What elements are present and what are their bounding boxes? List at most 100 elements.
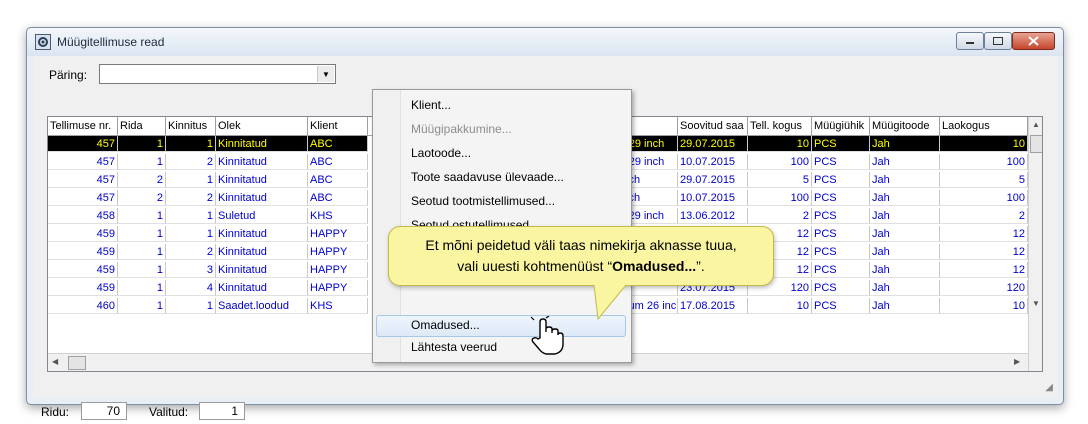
scroll-up-icon[interactable]: ▲ [1032, 120, 1040, 129]
cell-desired-date: 17.08.2015 [678, 298, 748, 314]
cell-desired-date: 29.07.2015 [678, 136, 748, 152]
cell-client: HAPPY [308, 262, 368, 278]
cell-order-no: 457 [48, 136, 118, 152]
hand-cursor-icon [530, 316, 564, 355]
cell-client: HAPPY [308, 226, 368, 242]
cell-order-qty: 100 [748, 154, 812, 170]
col-header-desired-date[interactable]: Soovitud saa [678, 117, 748, 135]
cell-sales-unit: PCS [812, 190, 870, 206]
cell-sales-unit: PCS [812, 298, 870, 314]
col-header-sales-item[interactable]: Müügitoode [870, 117, 940, 135]
cell-sales-unit: PCS [812, 226, 870, 242]
tooltip-line-2-prefix: vali uuesti kohtmenüüst “ [457, 258, 613, 274]
cell-line: 1 [118, 244, 166, 260]
col-header-line[interactable]: Rida [118, 117, 166, 135]
cell-sales-unit: PCS [812, 280, 870, 296]
cell-status: Saadet.loodud [216, 298, 308, 314]
col-header-order-no[interactable]: Tellimuse nr. [48, 117, 118, 135]
cell-sales-unit: PCS [812, 172, 870, 188]
tooltip-line-2-suffix: ”. [696, 258, 705, 274]
cell-stock-qty: 100 [940, 154, 1028, 170]
cell-confirmation: 4 [166, 280, 216, 296]
cell-sales-item: Jah [870, 208, 940, 224]
col-header-sales-unit[interactable]: Müügiühik [812, 117, 870, 135]
col-header-status[interactable]: Olek [216, 117, 308, 135]
cell-status: Kinnitatud [216, 244, 308, 260]
vertical-scroll-thumb[interactable] [1030, 135, 1042, 153]
query-combobox[interactable]: ▼ [99, 64, 336, 84]
menu-item-related-production-orders[interactable]: Seotud tootmistellimused... [411, 194, 555, 208]
menu-item-sales-quote[interactable]: Müügipakkumine... [411, 122, 512, 136]
col-header-confirmation[interactable]: Kinnitus [166, 117, 216, 135]
col-header-stock-qty[interactable]: Laokogus [940, 117, 1028, 135]
cell-stock-qty: 12 [940, 244, 1028, 260]
cell-confirmation: 3 [166, 262, 216, 278]
menu-item-stock-item[interactable]: Laotoode... [411, 146, 471, 160]
cell-line: 1 [118, 226, 166, 242]
maximize-button[interactable] [984, 32, 1012, 50]
cell-line: 1 [118, 154, 166, 170]
scroll-left-icon[interactable]: ◀ [52, 357, 58, 366]
cell-desired-date: 10.07.2015 [678, 154, 748, 170]
menu-item-reset-columns[interactable]: Lähtesta veerud [411, 340, 497, 354]
tooltip-line-1: Et mõni peidetud väli taas nimekirja akn… [425, 237, 737, 253]
cell-client: HAPPY [308, 280, 368, 296]
menu-item-properties[interactable]: Omadused... [411, 318, 480, 332]
cell-line: 2 [118, 190, 166, 206]
cell-order-qty: 5 [748, 172, 812, 188]
col-header-client[interactable]: Klient [308, 117, 368, 135]
cell-desired-date: 29.07.2015 [678, 172, 748, 188]
cell-stock-qty: 5 [940, 172, 1028, 188]
cell-order-qty: 100 [748, 190, 812, 206]
resize-grip-icon[interactable]: ◢ [1045, 382, 1053, 393]
cell-stock-qty: 12 [940, 262, 1028, 278]
cell-sales-unit: PCS [812, 244, 870, 260]
col-header-order-qty[interactable]: Tell. kogus [748, 117, 812, 135]
cell-client: KHS [308, 298, 368, 314]
cell-client: KHS [308, 208, 368, 224]
scroll-right-icon[interactable]: ▶ [1014, 357, 1020, 366]
cell-order-no: 459 [48, 262, 118, 278]
cell-status: Suletud [216, 208, 308, 224]
cell-order-qty: 2 [748, 208, 812, 224]
cell-client: HAPPY [308, 244, 368, 260]
cell-confirmation: 2 [166, 244, 216, 260]
maximize-icon [993, 37, 1003, 45]
close-button[interactable] [1012, 32, 1055, 50]
cell-order-no: 459 [48, 244, 118, 260]
scroll-down-icon[interactable]: ▼ [1032, 299, 1040, 308]
minimize-button[interactable] [956, 32, 984, 50]
app-icon [35, 34, 51, 50]
title-bar[interactable]: Müügitellimuse read [27, 28, 1063, 56]
horizontal-scroll-thumb[interactable] [68, 356, 86, 370]
cell-order-no: 457 [48, 154, 118, 170]
chevron-down-icon[interactable]: ▼ [317, 66, 334, 82]
cell-desired-date: 13.06.2012 [678, 208, 748, 224]
rows-count-value: 70 [81, 402, 127, 420]
cell-order-no: 458 [48, 208, 118, 224]
cell-stock-qty: 10 [940, 298, 1028, 314]
cell-stock-qty: 10 [940, 136, 1028, 152]
menu-item-availability-overview[interactable]: Toote saadavuse ülevaade... [411, 170, 564, 184]
cell-desired-date: 10.07.2015 [678, 190, 748, 206]
cell-order-no: 459 [48, 280, 118, 296]
cell-stock-qty: 12 [940, 226, 1028, 242]
cell-confirmation: 1 [166, 226, 216, 242]
cell-client: ABC [308, 172, 368, 188]
cell-sales-item: Jah [870, 298, 940, 314]
cell-line: 1 [118, 136, 166, 152]
selected-count-label: Valitud: [149, 405, 189, 419]
cell-stock-qty: 2 [940, 208, 1028, 224]
cell-order-no: 460 [48, 298, 118, 314]
tooltip-line-2: vali uuesti kohtmenüüst “Omadused...”. [389, 256, 773, 277]
cell-status: Kinnitatud [216, 226, 308, 242]
query-label: Päring: [49, 68, 88, 82]
cell-sales-item: Jah [870, 136, 940, 152]
cell-sales-item: Jah [870, 190, 940, 206]
menu-item-client[interactable]: Klient... [411, 98, 451, 112]
cell-sales-item: Jah [870, 226, 940, 242]
cell-sales-unit: PCS [812, 136, 870, 152]
rows-count-label: Ridu: [41, 405, 70, 419]
vertical-scrollbar[interactable]: ▲ ▼ [1028, 117, 1042, 371]
cell-sales-item: Jah [870, 280, 940, 296]
